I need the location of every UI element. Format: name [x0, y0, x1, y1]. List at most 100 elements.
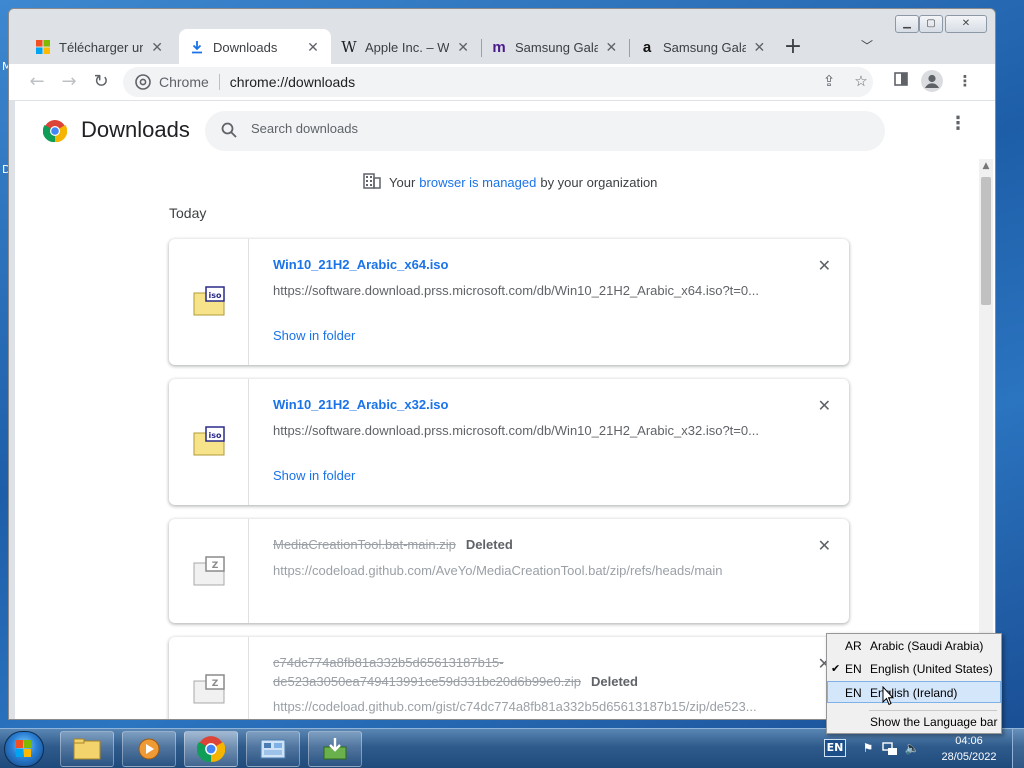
remove-item-close-icon[interactable]: ✕ [818, 396, 831, 415]
taskbar-media-button[interactable] [122, 731, 176, 767]
file-name-link[interactable]: Win10_21H2_Arabic_x32.iso [273, 397, 448, 412]
page-title: Downloads [81, 117, 190, 142]
language-menu: AR Arabic (Saudi Arabia) ✔ EN English (U… [826, 633, 1002, 734]
language-option-arabic[interactable]: AR Arabic (Saudi Arabia) [827, 635, 1001, 657]
share-icon[interactable]: ⇪ [819, 72, 839, 90]
tab-label: Samsung Galaxy [515, 39, 598, 55]
status-deleted: Deleted [465, 537, 513, 552]
downloads-page: Downloads ⋮ Your browser is managed by y… [15, 101, 995, 719]
svg-text:iso: iso [209, 431, 223, 440]
downloads-header: Downloads ⋮ [15, 101, 995, 159]
tab-samsung-1[interactable]: m Samsung Galaxy ✕ [481, 29, 629, 65]
close-icon[interactable]: ✕ [604, 39, 619, 56]
star-icon[interactable]: ☆ [851, 72, 871, 90]
chrome-logo-icon [42, 119, 68, 147]
checkmark-icon: ✔ [831, 663, 841, 675]
browser-toolbar: ← → ↻ Chrome chrome://downloads ⇪ ☆ ⋮ [9, 64, 995, 100]
svg-text:Z: Z [212, 679, 219, 689]
tab-label: Samsung Galaxy [663, 39, 746, 55]
deleted-file-name: c74dc774a8fb81a332b5d65613187b15-de523a3… [273, 655, 581, 689]
zip-file-icon: Z [193, 556, 225, 586]
language-option-english-us[interactable]: ✔ EN English (United States) [827, 658, 1001, 680]
managed-link[interactable]: browser is managed [419, 175, 536, 190]
language-option-english-ireland[interactable]: EN English (Ireland) [827, 681, 1001, 703]
show-language-bar-option[interactable]: Show the Language bar [827, 711, 1001, 733]
side-panel-icon[interactable] [891, 72, 911, 90]
deleted-file-name: MediaCreationTool.bat-main.zip [273, 537, 456, 552]
file-icon-column: iso [169, 239, 249, 365]
taskbar-control-panel-button[interactable] [246, 731, 300, 767]
show-in-folder-link[interactable]: Show in folder [273, 328, 355, 343]
tab-microsoft[interactable]: Télécharger une ✕ [25, 29, 175, 65]
zip-file-icon: Z [193, 674, 225, 704]
svg-text:iso: iso [209, 291, 223, 300]
chrome-site-icon [135, 74, 151, 93]
scroll-up-arrow-icon[interactable]: ▲ [979, 161, 993, 171]
remove-item-close-icon[interactable]: ✕ [818, 536, 831, 555]
start-button[interactable] [4, 731, 44, 767]
managed-notice: Your browser is managed by your organiza… [363, 173, 657, 192]
omnibox-separator [218, 74, 220, 90]
forward-button[interactable]: → [57, 70, 81, 94]
file-source-url: https://codeload.github.com/AveYo/MediaC… [273, 563, 723, 578]
date-section-heading: Today [169, 205, 207, 221]
file-icon-column: iso [169, 379, 249, 505]
tab-downloads[interactable]: Downloads ✕ [179, 29, 331, 65]
managed-text-suffix: by your organization [540, 175, 658, 190]
iso-file-icon: iso [193, 286, 225, 316]
language-indicator[interactable]: EN [824, 739, 846, 757]
system-clock[interactable]: 04:06 28/05/2022 [932, 733, 1006, 765]
language-name: Arabic (Saudi Arabia) [870, 639, 984, 653]
language-code: EN [845, 662, 862, 676]
tab-wikipedia[interactable]: W Apple Inc. – Wik ✕ [331, 29, 481, 65]
media-player-icon [138, 738, 160, 760]
tab-samsung-2[interactable]: a Samsung Galaxy ✕ [629, 29, 777, 65]
show-desktop-button[interactable] [1012, 729, 1024, 768]
minimize-button[interactable]: ▁ [895, 15, 919, 33]
new-tab-button[interactable]: + [781, 34, 805, 59]
network-icon[interactable] [882, 741, 898, 757]
wikipedia-icon: W [341, 38, 357, 56]
search-input[interactable] [251, 121, 851, 136]
profile-avatar-icon[interactable] [921, 70, 943, 96]
downloads-menu-icon[interactable]: ⋮ [949, 115, 967, 133]
control-panel-icon [260, 739, 286, 759]
building-icon [363, 173, 381, 192]
close-icon[interactable]: ✕ [455, 39, 471, 56]
omnibox-url: chrome://downloads [229, 74, 356, 90]
browser-menu-icon[interactable]: ⋮ [955, 72, 975, 90]
volume-icon[interactable]: 🔈 [904, 741, 920, 757]
managed-text-prefix: Your [389, 175, 416, 190]
windows-logo-icon [16, 740, 31, 757]
download-item-deleted: Z MediaCreationTool.bat-main.zip Deleted … [169, 519, 849, 623]
mouse-cursor-icon [882, 686, 894, 706]
search-box[interactable] [205, 111, 885, 151]
file-icon-column: Z [169, 637, 249, 719]
remove-item-close-icon[interactable]: ✕ [818, 256, 831, 275]
installer-icon [323, 738, 347, 760]
show-in-folder-link[interactable]: Show in folder [273, 468, 355, 483]
close-icon[interactable]: ✕ [305, 39, 321, 56]
file-name-link[interactable]: Win10_21H2_Arabic_x64.iso [273, 257, 448, 272]
taskbar-explorer-button[interactable] [60, 731, 114, 767]
scrollbar-thumb[interactable] [981, 177, 991, 305]
close-window-button[interactable]: ✕ [945, 15, 987, 33]
taskbar-installer-button[interactable] [308, 731, 362, 767]
maximize-button[interactable]: ▢ [919, 15, 943, 33]
taskbar-chrome-button[interactable] [184, 731, 238, 767]
reload-button[interactable]: ↻ [89, 70, 113, 94]
tab-strip: Télécharger une ✕ Downloads ✕ W Apple In… [9, 9, 995, 65]
tab-label: Télécharger une [59, 39, 143, 55]
action-center-flag-icon[interactable]: ⚑ [860, 741, 876, 757]
download-icon [189, 39, 205, 55]
tab-label: Downloads [213, 39, 278, 55]
close-icon[interactable]: ✕ [752, 39, 767, 56]
back-button[interactable]: ← [25, 70, 49, 94]
close-icon[interactable]: ✕ [149, 39, 165, 56]
file-name-deleted: c74dc774a8fb81a332b5d65613187b15-de523a3… [273, 653, 773, 691]
chevron-down-icon[interactable]: ﹀ [861, 37, 873, 54]
amazon-icon: a [642, 38, 652, 56]
address-bar[interactable]: Chrome chrome://downloads [123, 67, 873, 97]
download-item-deleted: Z c74dc774a8fb81a332b5d65613187b15-de523… [169, 637, 849, 719]
file-name-deleted: MediaCreationTool.bat-main.zip Deleted [273, 535, 773, 554]
